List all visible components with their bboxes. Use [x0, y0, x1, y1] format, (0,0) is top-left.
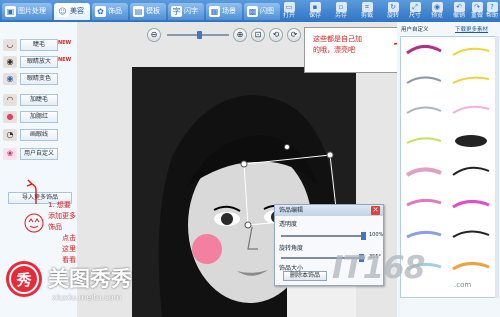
- asset-scrollbar[interactable]: [495, 36, 499, 298]
- tab-flash-text[interactable]: 字闪字: [168, 3, 204, 20]
- rotate-icon: ↻: [387, 2, 399, 12]
- save-as-button[interactable]: ▫ 另存: [328, 2, 354, 21]
- menu-add-lashes[interactable]: ◠ 加睫毛: [2, 94, 74, 106]
- opacity-value: 100%: [369, 232, 384, 238]
- redo-icon: ↷: [471, 2, 483, 12]
- eye-color-icon: ◉: [3, 73, 17, 85]
- menu-add-blush[interactable]: ● 加腮红: [2, 111, 74, 123]
- menu-eye-color[interactable]: ◉ 眼睛变色: [2, 73, 74, 85]
- picture-icon: ▣: [5, 6, 16, 17]
- rotate-left-button[interactable]: ⟲: [269, 28, 283, 42]
- right-note-box: 这些都是自己加 的哦，漂亮吧: [304, 27, 398, 73]
- zoom-slider-knob[interactable]: [197, 31, 202, 39]
- doodle-face-icon: [24, 213, 44, 233]
- crop-button[interactable]: ⌗ 剪裁: [354, 2, 380, 21]
- top-toolbar: ▣ 图片处理 ☺ 美容 ✿ 饰品 ▤ 模板 字闪字 ▦ 场景 ▩ 闪图 ▭ 打开 ▪ 保存 ▫ 另…: [0, 0, 500, 22]
- open-icon: ▭: [283, 2, 295, 12]
- gift-icon: ✿: [95, 6, 106, 17]
- dialog-close-button[interactable]: ✕: [371, 206, 380, 215]
- right-note: 这些都是自己加 的哦，漂亮吧: [313, 35, 362, 54]
- flash-image-icon: ▩: [247, 6, 258, 17]
- logo-mark-icon: 秀: [6, 261, 42, 297]
- tab-image-processing[interactable]: ▣ 图片处理: [2, 3, 52, 20]
- face-icon: ☺: [57, 6, 68, 17]
- it168-watermark: IT168: [332, 250, 425, 286]
- rotation-label: 旋转角度: [279, 245, 304, 252]
- meitu-logo: 秀 美图秀秀 xiuxiu.meitu.com: [0, 253, 165, 317]
- eyeliner-icon: ◔: [3, 129, 17, 141]
- save-button[interactable]: ▪ 保存: [302, 2, 328, 21]
- crop-icon: ⌗: [361, 2, 373, 12]
- template-icon: ▤: [133, 6, 144, 17]
- open-button[interactable]: ▭ 打开: [276, 2, 302, 21]
- right-tabs: 用户自定义 下载更多素材: [397, 22, 500, 34]
- opacity-knob[interactable]: [361, 232, 366, 240]
- custom-icon: ❀: [3, 148, 17, 160]
- rotate-right-button[interactable]: ⟳: [287, 28, 301, 42]
- menu-eyeliner[interactable]: ◔ 画眼线: [2, 129, 74, 141]
- eye-icon: ◉: [3, 56, 17, 68]
- logo-url: xiuxiu.meitu.com: [52, 293, 122, 302]
- opacity-slider[interactable]: [281, 232, 366, 240]
- opacity-label: 透明度: [279, 221, 298, 228]
- blush-icon: ●: [3, 111, 17, 123]
- fit-button[interactable]: ⊡: [251, 28, 265, 42]
- svg-text:秀: 秀: [15, 271, 32, 289]
- flash-text-icon: 字: [171, 6, 182, 17]
- tab-flash-image[interactable]: ▩ 闪图: [244, 3, 280, 20]
- delete-accessory-button[interactable]: 删除本饰品: [283, 271, 327, 281]
- help-icon: ?: [486, 2, 498, 12]
- eyelash-icon: ◡: [3, 39, 17, 51]
- zoom-in-button[interactable]: ⊕: [233, 28, 247, 42]
- tab-user-custom[interactable]: 用户自定义: [401, 25, 429, 33]
- logo-text: 美图秀秀: [48, 267, 132, 291]
- save-icon: ▪: [309, 2, 321, 12]
- save-as-icon: ▫: [335, 2, 347, 12]
- undo-icon: ↶: [453, 2, 465, 12]
- resize-icon: ⤢: [409, 2, 421, 12]
- download-more-link[interactable]: 下载更多素材: [455, 25, 488, 33]
- menu-user-custom[interactable]: ❀ 用户自定义: [2, 148, 74, 160]
- help-button[interactable]: ? 帮助: [484, 2, 500, 21]
- scene-icon: ▦: [209, 6, 220, 17]
- lash-icon: ◠: [3, 94, 17, 106]
- tab-template[interactable]: ▤ 模板: [130, 3, 166, 20]
- zoom-out-button[interactable]: ⊖: [147, 28, 161, 42]
- preview-icon: ◉: [431, 2, 443, 12]
- tab-beauty[interactable]: ☺ 美容: [54, 3, 90, 20]
- tab-scene[interactable]: ▦ 场景: [206, 3, 242, 20]
- dialog-title: 饰品编辑: [275, 205, 383, 216]
- it168-watermark-com: .com: [454, 281, 472, 289]
- menu-eyelash[interactable]: ◡ 睫毛 NEW: [2, 39, 74, 51]
- tab-accessories[interactable]: ✿ 饰品: [92, 3, 128, 20]
- menu-eye-enlarge[interactable]: ◉ 眼睛放大 NEW: [2, 56, 74, 68]
- zoom-slider[interactable]: [167, 31, 229, 39]
